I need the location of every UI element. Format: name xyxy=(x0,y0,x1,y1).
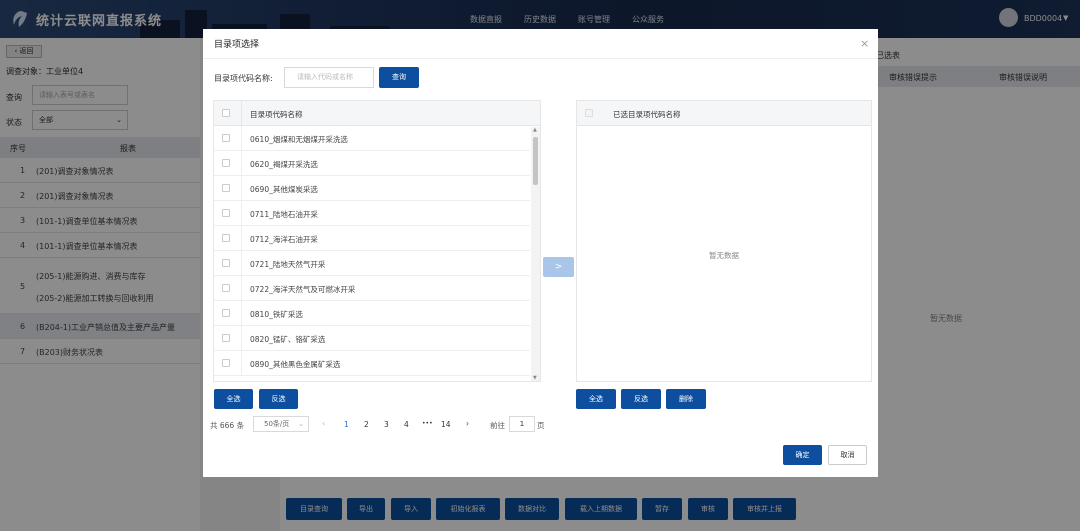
chevron-down-icon: ⌄ xyxy=(298,420,304,428)
item-checkbox[interactable] xyxy=(222,284,230,292)
goto-page-input[interactable]: 1 xyxy=(509,416,535,432)
left-invert-button[interactable]: 反选 xyxy=(259,389,298,409)
page-4[interactable]: 4 xyxy=(404,420,409,429)
page-14[interactable]: 14 xyxy=(441,420,451,429)
selected-empty-text: 暂无数据 xyxy=(709,251,739,260)
left-select-all-button[interactable]: 全选 xyxy=(214,389,253,409)
row-divider xyxy=(241,251,242,276)
close-icon[interactable]: × xyxy=(860,37,869,50)
delete-button[interactable]: 删除 xyxy=(666,389,706,409)
page-1[interactable]: 1 xyxy=(344,420,349,429)
cancel-button[interactable]: 取消 xyxy=(828,445,867,465)
dialog-divider xyxy=(203,58,878,59)
list-item[interactable]: 0820_锰矿、铬矿采选 xyxy=(214,326,530,351)
header-divider xyxy=(241,101,242,126)
list-item[interactable]: 0890_其他黑色金属矿采选 xyxy=(214,351,530,376)
item-label: 0820_锰矿、铬矿采选 xyxy=(250,335,326,344)
row-divider xyxy=(241,326,242,351)
item-label: 0620_褐煤开采洗选 xyxy=(250,160,318,169)
list-item[interactable]: 0722_海洋天然气及可燃冰开采 xyxy=(214,276,530,301)
list-item[interactable]: 0711_陆地石油开采 xyxy=(214,201,530,226)
confirm-button[interactable]: 确定 xyxy=(783,445,822,465)
row-divider xyxy=(241,201,242,226)
scroll-up-icon[interactable]: ▲ xyxy=(533,127,537,133)
goto-label: 前往 xyxy=(490,421,505,430)
item-checkbox[interactable] xyxy=(222,209,230,217)
item-checkbox[interactable] xyxy=(222,159,230,167)
list-item[interactable]: 0712_海洋石油开采 xyxy=(214,226,530,251)
item-checkbox[interactable] xyxy=(222,359,230,367)
select-all-checkbox[interactable] xyxy=(222,109,230,117)
item-label: 0810_铁矿采选 xyxy=(250,310,303,319)
item-checkbox[interactable] xyxy=(222,234,230,242)
search-label: 目录项代码名称: xyxy=(214,74,273,83)
selected-items-header-label: 已选目录项代码名称 xyxy=(613,110,681,119)
selected-items-header: 已选目录项代码名称 xyxy=(577,101,871,126)
available-items-header-label: 目录项代码名称 xyxy=(250,110,303,119)
prev-page-icon[interactable]: ‹ xyxy=(322,419,325,428)
row-divider xyxy=(241,351,242,376)
transfer-right-button[interactable]: > xyxy=(543,257,574,277)
row-divider xyxy=(241,176,242,201)
row-divider xyxy=(241,226,242,251)
page-size-value: 50条/页 xyxy=(264,420,290,428)
dialog-title: 目录项选择 xyxy=(214,40,260,50)
search-button[interactable]: 查询 xyxy=(379,67,419,88)
selected-items-panel: 已选目录项代码名称 暂无数据 xyxy=(576,100,872,382)
scrollbar-thumb[interactable] xyxy=(533,137,538,185)
page-ellipsis[interactable]: ••• xyxy=(422,420,433,427)
right-select-all-button[interactable]: 全选 xyxy=(576,389,616,409)
right-invert-button[interactable]: 反选 xyxy=(621,389,661,409)
item-label: 0890_其他黑色金属矿采选 xyxy=(250,360,341,369)
item-label: 0610_烟煤和无烟煤开采洗选 xyxy=(250,135,348,144)
row-divider xyxy=(241,276,242,301)
item-label: 0711_陆地石油开采 xyxy=(250,210,318,219)
page-suffix: 页 xyxy=(537,421,545,430)
available-items-header: 目录项代码名称 xyxy=(214,101,540,126)
next-page-icon[interactable]: › xyxy=(466,419,469,428)
list-item[interactable]: 0690_其他煤炭采选 xyxy=(214,176,530,201)
list-item[interactable]: 0610_烟煤和无烟煤开采洗选 xyxy=(214,126,530,151)
item-checkbox[interactable] xyxy=(222,259,230,267)
row-divider xyxy=(241,126,242,151)
item-checkbox[interactable] xyxy=(222,184,230,192)
catalog-search-input[interactable]: 请输入代码或名称 xyxy=(284,67,374,88)
item-label: 0721_陆地天然气开采 xyxy=(250,260,326,269)
item-label: 0690_其他煤炭采选 xyxy=(250,185,318,194)
item-checkbox[interactable] xyxy=(222,309,230,317)
page-2[interactable]: 2 xyxy=(364,420,369,429)
catalog-select-dialog: 目录项选择 × 目录项代码名称: 请输入代码或名称 查询 目录项代码名称 061… xyxy=(203,29,878,477)
list-item[interactable]: 0721_陆地天然气开采 xyxy=(214,251,530,276)
page-size-select[interactable]: 50条/页 ⌄ xyxy=(253,416,309,432)
item-checkbox[interactable] xyxy=(222,134,230,142)
item-checkbox[interactable] xyxy=(222,334,230,342)
list-scrollbar[interactable]: ▲ ▼ xyxy=(531,127,540,381)
row-divider xyxy=(241,301,242,326)
scroll-down-icon[interactable]: ▼ xyxy=(533,375,537,381)
list-item[interactable]: 0810_铁矿采选 xyxy=(214,301,530,326)
row-divider xyxy=(241,151,242,176)
item-label: 0712_海洋石油开采 xyxy=(250,235,318,244)
available-items-panel: 目录项代码名称 0610_烟煤和无烟煤开采洗选 0620_褐煤开采洗选 0690… xyxy=(213,100,541,382)
list-item[interactable]: 0620_褐煤开采洗选 xyxy=(214,151,530,176)
page-3[interactable]: 3 xyxy=(384,420,389,429)
item-label: 0722_海洋天然气及可燃冰开采 xyxy=(250,285,356,294)
pagination-total: 共 666 条 xyxy=(210,421,245,430)
selected-all-checkbox[interactable] xyxy=(585,109,593,117)
